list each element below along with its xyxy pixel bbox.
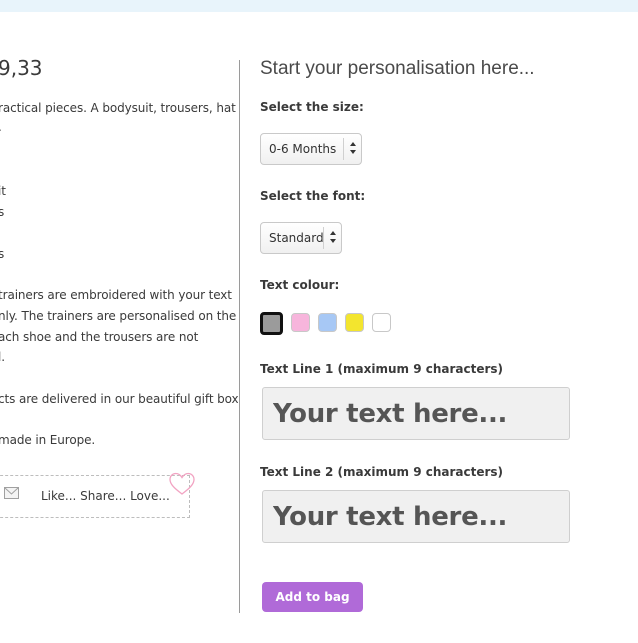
size-label: Select the size: <box>260 100 364 114</box>
personalisation-title: Start your personalisation here... <box>260 58 535 79</box>
heart-icon <box>169 472 195 495</box>
description-line: s <box>0 247 5 261</box>
description-line: made in Europe. <box>0 433 96 447</box>
select-arrows-icon <box>323 227 341 249</box>
text-line-1-input[interactable] <box>262 387 570 440</box>
colour-swatch-blue[interactable] <box>318 313 337 332</box>
add-to-bag-button[interactable]: Add to bag <box>262 582 363 612</box>
colour-swatch-white[interactable] <box>372 313 391 332</box>
colour-swatch-pink[interactable] <box>291 313 310 332</box>
description-line: l. <box>0 350 5 364</box>
select-arrows-icon <box>343 138 361 160</box>
description-line: ractical pieces. A bodysuit, trousers, h… <box>0 101 236 115</box>
description-line: ach shoe and the trousers are not <box>0 330 199 344</box>
text-line-2-input[interactable] <box>262 490 570 543</box>
description-line: it <box>0 184 6 198</box>
size-select-value: 0-6 Months <box>269 142 337 156</box>
colour-label: Text colour: <box>260 278 340 292</box>
envelope-icon[interactable] <box>4 487 19 499</box>
text-line-1-label: Text Line 1 (maximum 9 characters) <box>260 362 504 376</box>
description-line: nly. The trainers are personalised on th… <box>0 309 237 323</box>
description-line: s <box>0 205 5 219</box>
font-label: Select the font: <box>260 189 366 203</box>
product-description: 9,33 ractical pieces. A bodysuit, trouse… <box>0 0 238 643</box>
colour-swatch-grey[interactable] <box>260 312 283 335</box>
font-select-value: Standard <box>269 231 324 245</box>
font-select[interactable]: Standard <box>260 222 342 254</box>
description-line: trainers are embroidered with your text <box>0 288 232 302</box>
size-select[interactable]: 0-6 Months <box>260 133 362 165</box>
text-line-2-label: Text Line 2 (maximum 9 characters) <box>260 465 504 479</box>
description-line: . <box>0 120 2 134</box>
column-divider <box>239 60 240 613</box>
social-share-text[interactable]: Like... Share... Love... <box>41 489 170 503</box>
product-price: 9,33 <box>0 56 43 80</box>
colour-swatch-yellow[interactable] <box>345 313 364 332</box>
description-line: cts are delivered in our beautiful gift … <box>0 392 238 406</box>
